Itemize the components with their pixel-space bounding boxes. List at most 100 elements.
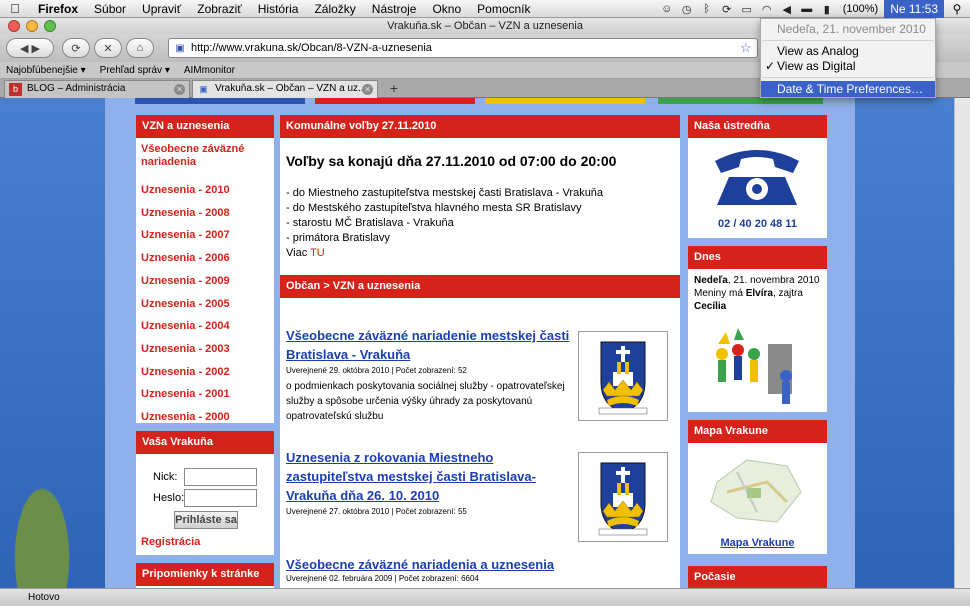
bookmark-aimmonitor[interactable]: AIMmonitor (184, 65, 235, 76)
tab-label: Vrakuňa.sk – Občan – VZN a uz... (215, 83, 367, 94)
pripomienky-header: Pripomienky k stránke (136, 563, 274, 586)
wifi-icon[interactable]: ◠ (757, 3, 777, 16)
menu-subor[interactable]: Súbor (86, 2, 134, 16)
menu-separator (762, 40, 934, 41)
time-machine-icon[interactable]: ◷ (677, 3, 697, 16)
menubar-clock[interactable]: Ne 11:53 (884, 0, 944, 18)
back-forward-button[interactable]: ◀ ▶ (6, 38, 54, 58)
url-text[interactable]: http://www.vrakuna.sk/Obcan/8-VZN-a-uzne… (191, 42, 432, 54)
nav-strip-green[interactable] (658, 98, 823, 104)
home-button[interactable]: ⌂ (126, 38, 154, 58)
new-tab-button[interactable]: + (383, 80, 405, 97)
ustredna-box: Naša ústredňa 02 / 40 20 48 11 (688, 115, 827, 238)
left-link-2008[interactable]: Uznesenia - 2008 (136, 202, 274, 225)
slovak-flag-icon[interactable]: ▬ (797, 3, 817, 15)
article-1-title[interactable]: Všeobecne záväzné nariadenie mestskej ča… (286, 326, 571, 364)
menu-app-firefox[interactable]: Firefox (30, 2, 86, 16)
elections-more: Viac TU (286, 246, 325, 260)
dnes-box: Dnes Nedeľa, 21. novembra 2010 Meniny má… (688, 246, 827, 412)
tab-blog-administracia[interactable]: b BLOG – Administrácia ✕ (4, 80, 190, 98)
nick-input[interactable] (184, 468, 257, 486)
menu-pomocnik[interactable]: Pomocník (469, 2, 538, 16)
clock-menu-date: Nedeľa, 21. november 2010 (777, 22, 926, 36)
bookmark-star-icon[interactable]: ☆ (740, 40, 752, 56)
minimize-window-icon[interactable] (26, 20, 38, 32)
menu-okno[interactable]: Okno (424, 2, 469, 16)
bluetooth-icon[interactable]: ᛒ (697, 3, 717, 15)
menu-nastroje[interactable]: Nástroje (364, 2, 425, 16)
clock-menu: Nedeľa, 21. november 2010 View as Analog… (760, 18, 936, 98)
left-link-2002[interactable]: Uznesenia - 2002 (136, 361, 274, 384)
tab-vrakuna[interactable]: ▣ Vrakuňa.sk – Občan – VZN a uz... ✕ (192, 80, 378, 98)
skype-icon[interactable]: ☺ (657, 3, 677, 15)
left-link-2000[interactable]: Uznesenia - 2000 (136, 406, 274, 429)
close-window-icon[interactable] (8, 20, 20, 32)
left-link-2006[interactable]: Uznesenia - 2006 (136, 247, 274, 270)
coat-of-arms-icon (598, 462, 648, 536)
battery-icon[interactable]: ▮ (817, 3, 837, 16)
back-icon[interactable]: ◀ (20, 42, 28, 55)
spotlight-icon[interactable]: ⚲ (944, 2, 970, 16)
date-time-preferences-item[interactable]: Date & Time Preferences… (761, 81, 935, 97)
url-bar[interactable]: ▣ http://www.vrakuna.sk/Obcan/8-VZN-a-uz… (168, 38, 758, 58)
nav-strip-red[interactable] (315, 98, 475, 104)
apple-icon[interactable]:  (0, 1, 30, 16)
article-2-meta: Uverejnené 27. októbra 2010 | Počet zobr… (286, 507, 467, 516)
left-link-2001[interactable]: Uznesenia - 2001 (136, 383, 274, 406)
forward-icon[interactable]: ▶ (32, 42, 40, 55)
reload-icon: ⟳ (71, 42, 81, 55)
password-input[interactable] (184, 489, 257, 507)
left-link-vzn[interactable]: Všeobecne záväzné nariadenia (136, 143, 274, 173)
meniny-name: Elvíra (745, 288, 773, 299)
vzn-box: VZN a uznesenia Všeobecne záväzné nariad… (136, 115, 274, 423)
left-link-2010[interactable]: Uznesenia - 2010 (136, 179, 274, 202)
mac-menubar:  Firefox Súbor Upraviť Zobraziť Históri… (0, 0, 970, 18)
article-2-coat-of-arms[interactable] (578, 452, 668, 542)
left-link-2005[interactable]: Uznesenia - 2005 (136, 293, 274, 316)
more-link[interactable]: TU (310, 247, 325, 259)
nav-strip-blue[interactable] (135, 98, 305, 104)
close-tab-icon[interactable]: ✕ (174, 84, 185, 95)
article-1-coat-of-arms[interactable] (578, 331, 668, 421)
article-1-meta: Uverejnené 29. októbra 2010 | Počet zobr… (286, 366, 467, 375)
left-link-2009[interactable]: Uznesenia - 2009 (136, 270, 274, 293)
stop-button[interactable]: ✕ (94, 38, 122, 58)
login-button[interactable]: Prihláste sa (174, 511, 238, 529)
menu-zobrazit[interactable]: Zobraziť (189, 2, 250, 16)
elections-line-1: - do Miestneho zastupiteľstva mestskej č… (286, 187, 604, 199)
left-link-2007[interactable]: Uznesenia - 2007 (136, 224, 274, 247)
pocasie-box: Počasie (688, 566, 827, 588)
stop-icon: ✕ (103, 42, 113, 55)
home-icon: ⌂ (136, 42, 144, 54)
dnes-text: Nedeľa, 21. novembra 2010 Meniny má Elví… (694, 274, 824, 313)
article-2-title[interactable]: Uznesenia z rokovania Miestneho zastupit… (286, 448, 571, 505)
menu-upravit[interactable]: Upraviť (134, 2, 189, 16)
view-as-digital-item[interactable]: ✓ View as Digital (761, 58, 935, 74)
coat-of-arms-icon (598, 341, 648, 415)
map-thumbnail-icon[interactable] (707, 452, 807, 528)
article-3-title[interactable]: Všeobecne záväzné nariadenia a uznesenia (286, 555, 571, 574)
vertical-scrollbar[interactable] (954, 98, 970, 588)
bookmark-najoblubenejsie[interactable]: Najobľúbenejšie ▾ (6, 65, 86, 76)
left-link-2004[interactable]: Uznesenia - 2004 (136, 315, 274, 338)
zoom-window-icon[interactable] (44, 20, 56, 32)
bookmark-prehlad-sprav[interactable]: Prehľad správ ▾ (100, 65, 170, 76)
left-link-2003[interactable]: Uznesenia - 2003 (136, 338, 274, 361)
reload-button[interactable]: ⟳ (62, 38, 90, 58)
view-as-analog-item[interactable]: View as Analog (761, 43, 935, 59)
mapa-link[interactable]: Mapa Vrakune (688, 537, 827, 549)
breadcrumb: Občan > VZN a uznesenia (280, 275, 680, 298)
display-icon[interactable]: ▭ (737, 3, 757, 16)
nav-strip-yellow[interactable] (485, 98, 645, 104)
article-1-body: o podmienkach poskytovania sociálnej slu… (286, 381, 565, 422)
sync-icon[interactable]: ⟳ (717, 3, 737, 16)
close-tab-icon[interactable]: ✕ (362, 84, 373, 95)
menu-zalozky[interactable]: Záložky (306, 2, 363, 16)
volume-icon[interactable]: ◀ (777, 3, 797, 16)
dnes-day: Nedeľa (694, 275, 728, 286)
registracia-link[interactable]: Registrácia (136, 536, 200, 548)
telephone-icon (715, 150, 799, 205)
menu-historia[interactable]: História (250, 2, 307, 16)
heslo-label: Heslo: (153, 492, 185, 504)
window-controls (8, 18, 56, 34)
